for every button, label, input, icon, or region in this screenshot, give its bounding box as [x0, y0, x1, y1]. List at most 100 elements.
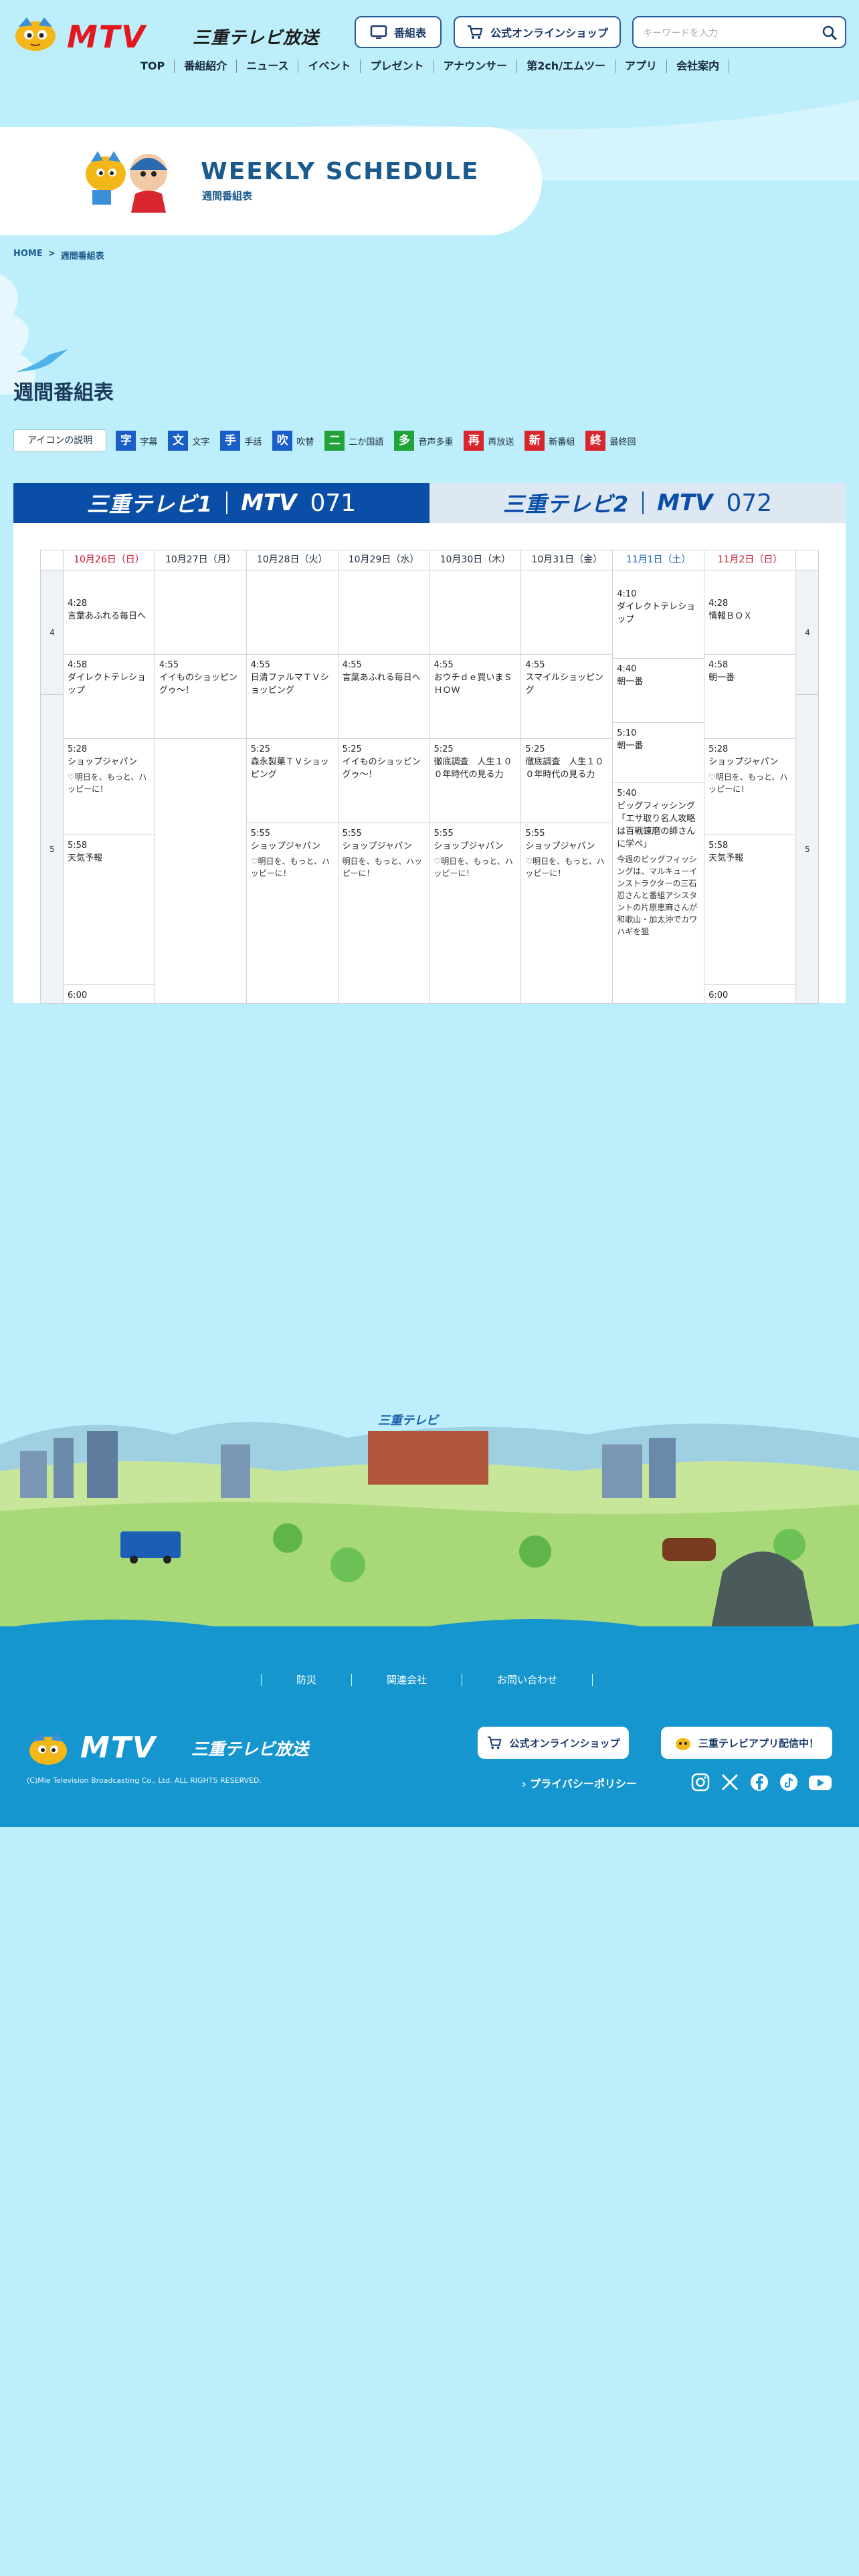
program-cell[interactable]: 5:55 ショップジャパン ♡明日を、もっと、ハッピーに！: [430, 823, 521, 1004]
program-cell[interactable]: 4:40 朝一番: [613, 659, 704, 723]
program-title: 日清ファルマＴＶショッピング: [250, 673, 329, 695]
program-title: ショップジャパン: [434, 841, 504, 851]
day-header: 10月26日（日）: [63, 550, 155, 570]
youtube-icon[interactable]: [808, 1772, 832, 1792]
mascot-logo-icon[interactable]: [12, 15, 59, 52]
day-header: 10月31日（金）: [520, 550, 613, 570]
legend-item: 文文字: [168, 431, 209, 451]
program-cell[interactable]: 4:10 ダイレクトテレショップ: [613, 584, 704, 659]
privacy-policy-link[interactable]: › プライバシーポリシー: [522, 1775, 637, 1791]
program-cell[interactable]: 5:55 ショップジャパン ♡明日を、もっと、ハッピーに！: [246, 823, 338, 1004]
program-cell[interactable]: 4:55 日清ファルマＴＶショッピング: [246, 655, 338, 739]
program-cell: 6:00: [704, 985, 795, 1004]
legend-item: 終最終回: [585, 431, 636, 451]
program-cell[interactable]: 5:25 徹底調査 人生１００年時代の見る力: [430, 739, 521, 823]
logo-subtext[interactable]: 三重テレビ放送: [193, 24, 319, 49]
program-cell[interactable]: 4:55 スマイルショッピング: [521, 655, 613, 739]
footer-app-button[interactable]: 三重テレビアプリ配信中！: [661, 1727, 832, 1759]
program-cell[interactable]: 5:40 ビッグフィッシング 「エサ取り名人攻略は百戦錬磨の師さんに学べ」 今週のビ…: [613, 783, 704, 1004]
global-nav: TOP 番組紹介 ニュース イベント プレゼント アナウンサー 第2ch/エムツー アプリ 会社…: [131, 55, 730, 78]
program-title: 情報ＢＯＸ: [708, 611, 753, 621]
legend-badge-icon: 字: [116, 431, 136, 451]
legend-badge-icon: 手: [220, 431, 241, 451]
nav-item[interactable]: アナウンサー: [433, 60, 517, 73]
program-cell[interactable]: 5:28 ショップジャパン ♡明日を、もっと、ハッピーに！: [704, 739, 795, 835]
logo-text[interactable]: MTV: [67, 19, 147, 55]
footer-logo-subtext[interactable]: 三重テレビ放送: [191, 1736, 308, 1760]
program-time: 5:25: [525, 744, 545, 754]
program-title: ショップジャパン: [68, 757, 138, 767]
nav-item[interactable]: 第2ch/エムツー: [516, 60, 615, 73]
program-cell[interactable]: 5:58 天気予報: [704, 835, 795, 985]
program-time: 5:25: [342, 744, 362, 754]
program-time: 4:55: [159, 660, 179, 670]
footer-logo-text[interactable]: MTV: [80, 1731, 157, 1765]
program-title: 朝一番: [617, 741, 644, 751]
program-cell[interactable]: 4:55 イイものショッピングゥ～！: [155, 655, 246, 739]
facebook-icon[interactable]: [749, 1772, 769, 1792]
channel-2-brand: MTV: [657, 490, 713, 516]
program-description: ♡明日を、もっと、ハッピーに！: [68, 772, 147, 794]
online-shop-button[interactable]: 公式オンラインショップ: [454, 16, 621, 48]
program-cell[interactable]: 5:55 ショップジャパン ♡明日を、もっと、ハッピーに！: [521, 823, 613, 1004]
footer-shop-button[interactable]: 公式オンラインショップ: [478, 1727, 629, 1759]
legend-label: 文字: [192, 437, 210, 447]
footer-nav-item[interactable]: 関連会社: [351, 1674, 462, 1686]
program-cell[interactable]: 4:55 言葉あふれる毎日へ: [338, 655, 430, 739]
program-cell[interactable]: 5:10 朝一番: [613, 723, 704, 783]
program-cell[interactable]: 5:55 ショップジャパン 明日を、もっと、ハッピーに！: [338, 823, 430, 1004]
instagram-icon[interactable]: [690, 1772, 710, 1792]
program-title: 徹底調査 人生１００年時代の見る力: [525, 757, 604, 780]
tab-channel-1[interactable]: 三重テレビ1 MTV 071: [13, 483, 430, 523]
program-cell[interactable]: 4:28 情報ＢＯＸ: [704, 593, 795, 655]
legend-label: 新番組: [549, 437, 575, 447]
program-title: イイものショッピングゥ～！: [342, 757, 421, 780]
day-column: 4:55 日清ファルマＴＶショッピング 5:25 森永製菓ＴＶショッピング 5:55 ショ…: [246, 570, 339, 1004]
program-title: ショップジャパン: [250, 841, 320, 851]
program-cell[interactable]: 5:58 天気予報: [64, 835, 155, 985]
program-time: 5:25: [250, 744, 270, 754]
program-cell[interactable]: 5:25 森永製菓ＴＶショッピング: [246, 739, 338, 823]
nav-item[interactable]: イベント: [298, 60, 360, 73]
legend-label: 二か国語: [349, 437, 384, 447]
mascots-illustration-icon: [86, 151, 167, 213]
building-sign: 三重テレビ: [378, 1414, 440, 1428]
program-cell[interactable]: 4:58 朝一番: [704, 655, 795, 739]
legend-item: 再再放送: [464, 431, 514, 451]
program-guide-button[interactable]: 番組表: [355, 16, 442, 48]
program-cell[interactable]: 4:55 おウチｄｅ買いまＳＨＯＷ: [430, 655, 521, 739]
copyright: (C)Mie Television Broadcasting Co., Ltd.…: [27, 1776, 262, 1785]
search-icon[interactable]: [821, 24, 838, 41]
program-title: 朝一番: [617, 677, 644, 687]
nav-item[interactable]: TOP: [131, 60, 174, 73]
nav-item[interactable]: アプリ: [615, 60, 666, 73]
program-cell[interactable]: 5:25 イイものショッピングゥ～！: [338, 739, 430, 823]
program-time: 5:55: [525, 829, 545, 839]
program-time: 4:40: [617, 664, 637, 674]
app-mascot-icon: [675, 1738, 690, 1750]
footer-nav-item[interactable]: お問い合わせ: [462, 1674, 593, 1686]
program-title: ショップジャパン: [342, 841, 412, 851]
tab-channel-2[interactable]: 三重テレビ2 MTV 072: [430, 483, 846, 523]
search-input[interactable]: キーワードを入力: [632, 16, 846, 48]
nav-item[interactable]: ニュース: [236, 60, 298, 73]
program-cell[interactable]: 4:58 ダイレクトテレショップ: [64, 655, 155, 739]
tiktok-icon[interactable]: [779, 1772, 799, 1792]
program-description: 今週のビッグフィッシングは、マルキューインストラクターの三石忍さんと番組アシスタ…: [617, 855, 698, 936]
program-cell[interactable]: 5:25 徹底調査 人生１００年時代の見る力: [521, 739, 613, 823]
program-cell[interactable]: 4:28 言葉あふれる毎日へ: [64, 593, 155, 655]
day-column: 4:55 おウチｄｅ買いまＳＨＯＷ 5:25 徹底調査 人生１００年時代の見る力 5:5…: [429, 570, 522, 1004]
nav-item[interactable]: プレゼント: [360, 60, 433, 73]
x-twitter-icon[interactable]: [720, 1772, 740, 1792]
channel-1-brand: MTV: [241, 490, 297, 516]
breadcrumb-home[interactable]: HOME: [13, 249, 43, 261]
footer-nav-item[interactable]: 防災: [261, 1674, 351, 1686]
legend-item: 吹吹替: [272, 431, 314, 451]
nav-item[interactable]: 会社案内: [666, 60, 730, 73]
footer-mascot-logo-icon[interactable]: [27, 1731, 70, 1767]
legend-badge-icon: 多: [394, 431, 415, 451]
legend-label: 手話: [244, 437, 262, 447]
breadcrumb-separator-icon: >: [47, 249, 56, 259]
nav-item[interactable]: 番組紹介: [174, 60, 236, 73]
program-cell[interactable]: 5:28 ショップジャパン ♡明日を、もっと、ハッピーに！: [64, 739, 155, 835]
